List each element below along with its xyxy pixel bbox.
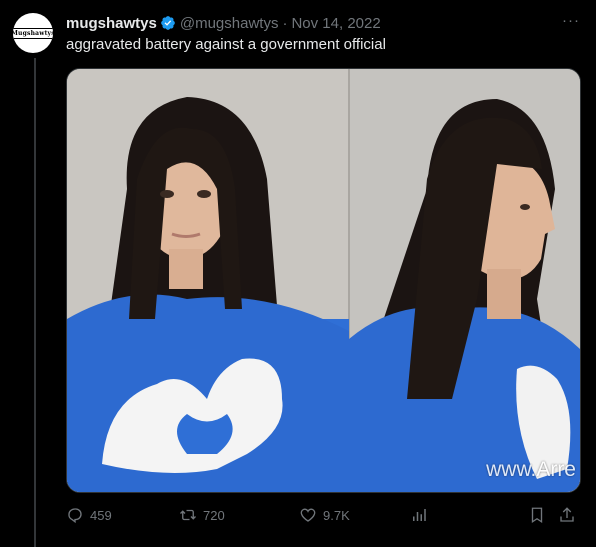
bookmark-icon [531, 507, 543, 524]
heart-icon [300, 508, 316, 522]
tweet-header: mugshawtys @mugshawtys · Nov 14, 2022 ··… [66, 12, 580, 34]
reply-count: 459 [90, 507, 112, 523]
retweet-count: 720 [203, 507, 225, 523]
like-button[interactable]: 9.7K [299, 506, 350, 524]
share-icon [560, 507, 574, 522]
reply-button[interactable]: 459 [66, 506, 112, 524]
tweet-text: aggravated battery against a government … [66, 36, 386, 53]
retweet-button[interactable]: 720 [179, 506, 225, 524]
like-count: 9.7K [323, 507, 350, 523]
watermark: www.Arre [486, 458, 576, 481]
more-options-icon[interactable]: ··· [562, 12, 580, 29]
reply-icon [68, 508, 82, 524]
retweet-icon [180, 509, 196, 521]
separator: · [282, 14, 288, 32]
verified-badge-icon [161, 16, 175, 30]
analytics-icon [413, 509, 426, 521]
mugshot-photo [67, 69, 580, 492]
share-button[interactable] [558, 506, 582, 524]
handle[interactable]: @mugshawtys [180, 15, 279, 32]
media-image[interactable]: www.Arre [66, 68, 581, 493]
action-bar: 459 720 9.7K [66, 506, 579, 526]
views-button[interactable] [410, 506, 434, 524]
bookmark-button[interactable] [528, 506, 552, 524]
display-name[interactable]: mugshawtys [66, 15, 157, 32]
avatar[interactable]: Mugshawtys [13, 13, 53, 53]
avatar-logo: Mugshawtys [13, 27, 53, 39]
tweet-date[interactable]: Nov 14, 2022 [291, 15, 380, 32]
thread-line [34, 58, 36, 547]
